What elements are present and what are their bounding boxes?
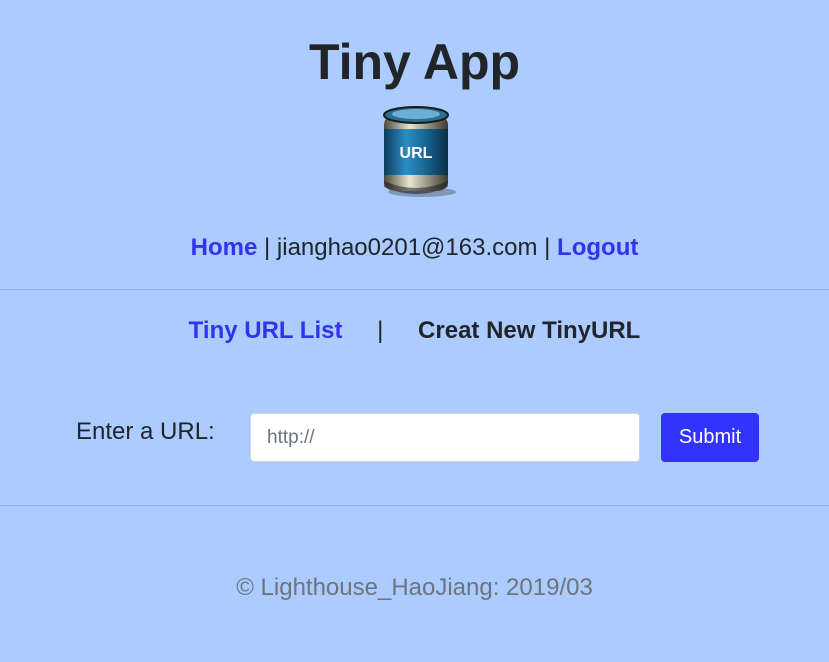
home-link[interactable]: Home bbox=[191, 234, 258, 261]
bottom-divider bbox=[0, 505, 829, 506]
footer-copyright: © Lighthouse_HaoJiang: 2019/03 bbox=[236, 574, 593, 601]
user-nav: Home | jianghao0201@163.com | Logout bbox=[0, 232, 829, 264]
tab-create-new-tinyurl[interactable]: Creat New TinyURL bbox=[418, 317, 640, 344]
url-input[interactable] bbox=[250, 413, 640, 462]
logout-link[interactable]: Logout bbox=[557, 234, 638, 261]
tab-separator: | bbox=[377, 317, 384, 344]
nav-separator: | bbox=[264, 234, 271, 261]
page-tabs: Tiny URL List | Creat New TinyURL bbox=[0, 315, 829, 347]
top-divider bbox=[0, 289, 829, 290]
submit-button[interactable]: Submit bbox=[661, 413, 759, 462]
user-email: jianghao0201@163.com bbox=[276, 234, 538, 261]
app-title: Tiny App bbox=[308, 34, 521, 90]
url-label: Enter a URL: bbox=[76, 418, 215, 445]
logo-text: URL bbox=[400, 145, 433, 162]
nav-separator: | bbox=[544, 234, 551, 261]
tab-tiny-url-list[interactable]: Tiny URL List bbox=[189, 317, 343, 344]
tinyurl-logo-icon: URL bbox=[383, 106, 456, 197]
